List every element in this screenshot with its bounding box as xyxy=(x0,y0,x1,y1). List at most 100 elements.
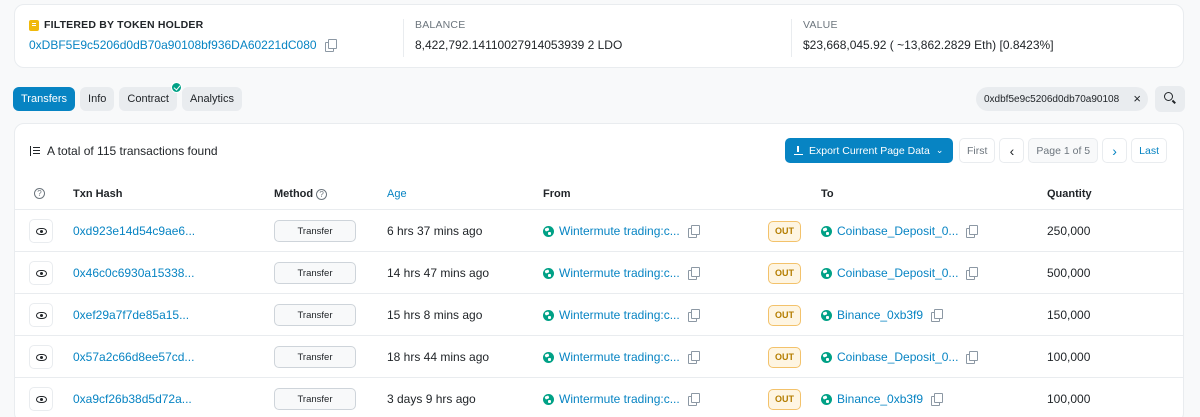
token-holder-summary-card: FILTERED BY TOKEN HOLDER 0xDBF5E9c5206d0… xyxy=(14,4,1184,68)
table-row: 0xd923e14d54c9ae6... Transfer 6 hrs 37 m… xyxy=(15,210,1183,252)
verified-check-icon xyxy=(170,82,182,93)
method-badge: Transfer xyxy=(274,220,356,242)
filter-label: FILTERED BY TOKEN HOLDER xyxy=(44,19,204,31)
copy-icon[interactable] xyxy=(687,351,700,364)
direction-badge: OUT xyxy=(768,346,801,368)
copy-icon[interactable] xyxy=(931,393,944,406)
to-address-link[interactable]: Binance_0xb3f9 xyxy=(821,392,923,406)
col-to: To xyxy=(821,188,834,200)
tab-info[interactable]: Info xyxy=(80,87,115,111)
col-from: From xyxy=(543,188,571,200)
prev-page-button[interactable]: ‹ xyxy=(999,138,1025,163)
balance-value: 8,422,792.14110027914053939 2 LDO xyxy=(415,38,623,52)
copy-icon[interactable] xyxy=(966,351,979,364)
globe-icon xyxy=(543,351,554,363)
col-quantity: Quantity xyxy=(1047,188,1092,200)
preview-eye-button[interactable] xyxy=(29,303,53,327)
export-button[interactable]: Export Current Page Data ⌄ xyxy=(785,138,953,163)
tab-analytics[interactable]: Analytics xyxy=(181,87,243,111)
eye-icon xyxy=(36,270,47,277)
table-header: ? Txn Hash Method ? Age From To Quantity xyxy=(15,180,1183,210)
txn-hash-link[interactable]: 0xa9cf26b38d5d72a... xyxy=(73,378,192,417)
direction-badge: OUT xyxy=(768,388,801,410)
table-row: 0x57a2c66d8ee57cd... Transfer 18 hrs 44 … xyxy=(15,336,1183,378)
method-badge: Transfer xyxy=(274,304,356,326)
direction-badge: OUT xyxy=(768,220,801,242)
copy-icon[interactable] xyxy=(687,267,700,280)
txn-hash-link[interactable]: 0x46c0c6930a15338... xyxy=(73,252,194,294)
globe-icon xyxy=(543,225,554,237)
col-method: Method ? xyxy=(274,188,328,200)
value-section: VALUE $23,668,045.92 ( ~13,862.2829 Eth)… xyxy=(803,19,1054,52)
balance-section: BALANCE 8,422,792.14110027914053939 2 LD… xyxy=(415,19,622,52)
tab-contract[interactable]: Contract xyxy=(119,82,182,111)
copy-icon[interactable] xyxy=(324,39,337,52)
next-page-button[interactable]: › xyxy=(1102,138,1128,163)
tab-bar: Transfers Info Contract Analytics xyxy=(13,82,243,111)
preview-eye-button[interactable] xyxy=(29,261,53,285)
globe-icon xyxy=(821,309,832,321)
quantity-value: 150,000 xyxy=(1047,308,1091,322)
globe-icon xyxy=(543,267,554,279)
transaction-count-text: A total of 115 transactions found xyxy=(47,144,218,158)
from-address-link[interactable]: Wintermute trading:c... xyxy=(543,224,680,238)
help-icon[interactable]: ? xyxy=(34,188,45,199)
from-address-link[interactable]: Wintermute trading:c... xyxy=(543,392,680,406)
age-text: 3 days 9 hrs ago xyxy=(387,392,476,406)
direction-badge: OUT xyxy=(768,262,801,284)
age-text: 18 hrs 44 mins ago xyxy=(387,350,490,364)
last-page-button[interactable]: Last xyxy=(1131,138,1167,163)
txn-hash-link[interactable]: 0xef29a7f7de85a15... xyxy=(73,294,189,336)
table-summary: A total of 115 transactions found xyxy=(29,144,218,158)
transfers-table-card: A total of 115 transactions found Export… xyxy=(14,123,1184,417)
chevron-down-icon: ⌄ xyxy=(935,145,944,155)
address-filter-value: 0xdbf5e9c5206d0db70a90108 xyxy=(984,93,1120,105)
to-address-link[interactable]: Binance_0xb3f9 xyxy=(821,308,923,322)
copy-icon[interactable] xyxy=(687,225,700,238)
sort-icon xyxy=(29,145,41,157)
first-page-button[interactable]: First xyxy=(959,138,996,163)
search-button[interactable] xyxy=(1155,86,1185,112)
quantity-value: 250,000 xyxy=(1047,224,1091,238)
to-address-link[interactable]: Coinbase_Deposit_0... xyxy=(821,224,958,238)
table-row: 0xa9cf26b38d5d72a... Transfer 3 days 9 h… xyxy=(15,378,1183,417)
from-address-link[interactable]: Wintermute trading:c... xyxy=(543,350,680,364)
quantity-value: 100,000 xyxy=(1047,392,1091,406)
from-address-link[interactable]: Wintermute trading:c... xyxy=(543,266,680,280)
direction-badge: OUT xyxy=(768,304,801,326)
copy-icon[interactable] xyxy=(687,393,700,406)
method-badge: Transfer xyxy=(274,346,356,368)
value-label: VALUE xyxy=(803,19,838,31)
preview-eye-button[interactable] xyxy=(29,345,53,369)
address-filter-chip: 0xdbf5e9c5206d0db70a90108 × xyxy=(976,87,1148,111)
to-address-link[interactable]: Coinbase_Deposit_0... xyxy=(821,266,958,280)
age-text: 15 hrs 8 mins ago xyxy=(387,308,483,322)
txn-hash-link[interactable]: 0xd923e14d54c9ae6... xyxy=(73,210,195,252)
table-row: 0xef29a7f7de85a15... Transfer 15 hrs 8 m… xyxy=(15,294,1183,336)
tab-transfers[interactable]: Transfers xyxy=(13,87,76,111)
divider xyxy=(791,19,792,57)
eye-icon xyxy=(36,354,47,361)
value-amount: $23,668,045.92 ( ~13,862.2829 Eth) [0.84… xyxy=(803,38,1054,52)
help-icon[interactable]: ? xyxy=(316,188,328,200)
copy-icon[interactable] xyxy=(931,309,944,322)
preview-eye-button[interactable] xyxy=(29,219,53,243)
from-address-link[interactable]: Wintermute trading:c... xyxy=(543,308,680,322)
copy-icon[interactable] xyxy=(966,267,979,280)
preview-eye-button[interactable] xyxy=(29,387,53,411)
globe-icon xyxy=(821,267,832,279)
txn-hash-link[interactable]: 0x57a2c66d8ee57cd... xyxy=(73,336,194,378)
close-icon[interactable]: × xyxy=(1133,91,1141,106)
age-text: 14 hrs 47 mins ago xyxy=(387,266,490,280)
col-txn-hash: Txn Hash xyxy=(73,188,123,200)
page-indicator: Page 1 of 5 xyxy=(1028,138,1099,163)
quantity-value: 100,000 xyxy=(1047,350,1091,364)
eye-icon xyxy=(36,396,47,403)
copy-icon[interactable] xyxy=(687,309,700,322)
to-address-link[interactable]: Coinbase_Deposit_0... xyxy=(821,350,958,364)
copy-icon[interactable] xyxy=(966,225,979,238)
holder-address-link[interactable]: 0xDBF5E9c5206d0dB70a90108bf936DA60221dC0… xyxy=(29,38,317,52)
export-label: Export Current Page Data xyxy=(809,144,930,157)
col-age[interactable]: Age xyxy=(387,188,407,200)
download-icon xyxy=(794,146,803,155)
